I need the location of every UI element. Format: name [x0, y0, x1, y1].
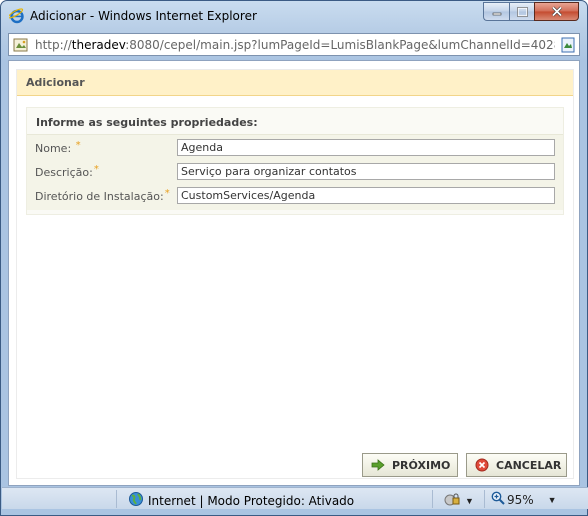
field-row-nome: Nome: * Agenda [27, 137, 563, 161]
install-directory-input[interactable]: CustomServices/Agenda [177, 187, 555, 204]
globe-icon [128, 491, 144, 510]
maximize-button[interactable] [509, 2, 534, 21]
zone-text: Internet | Modo Protegido: Ativado [148, 493, 355, 508]
cancel-button[interactable]: CANCELAR [466, 453, 567, 477]
next-button[interactable]: PRÓXIMO [362, 453, 458, 477]
field-label: Nome: * [35, 140, 81, 155]
address-url[interactable]: http://theradev:8080/cepel/main.jsp?lumP… [35, 38, 555, 52]
chevron-down-icon: ▼ [547, 494, 557, 505]
required-mark: * [75, 140, 81, 151]
name-input[interactable]: Agenda [177, 139, 555, 156]
close-icon [551, 6, 562, 17]
maximize-icon [516, 6, 528, 17]
lock-settings-icon [443, 491, 461, 510]
status-divider [116, 490, 117, 508]
minimize-button[interactable] [483, 2, 509, 21]
status-bar: Internet | Modo Protegido: Ativado ▼ 95%… [2, 487, 588, 509]
required-mark: * [93, 164, 99, 175]
window-title: Adicionar - Windows Internet Explorer [30, 9, 257, 23]
status-divider [484, 490, 485, 508]
properties-form: Nome: * Agenda Descrição:* Serviço para … [27, 134, 563, 210]
field-label-text: Descrição: [35, 166, 93, 179]
next-label: PRÓXIMO [392, 458, 451, 472]
ie-logo-icon [7, 8, 25, 24]
caption-buttons [483, 2, 579, 21]
compatibility-icon[interactable] [560, 37, 576, 53]
field-row-descricao: Descrição:* Serviço para organizar conta… [27, 161, 563, 185]
field-label: Descrição:* [35, 164, 99, 179]
field-label-text: Nome: [35, 142, 72, 155]
arrow-right-icon [370, 457, 386, 473]
address-bar[interactable]: http://theradev:8080/cepel/main.jsp?lumP… [8, 33, 580, 56]
cancel-label: CANCELAR [496, 458, 562, 472]
properties-title: Informe as seguintes propriedades: [36, 116, 258, 129]
properties-box: Informe as seguintes propriedades: Nome:… [26, 107, 564, 215]
cancel-icon [474, 457, 490, 473]
description-input[interactable]: Serviço para organizar contatos [177, 163, 555, 180]
page-icon [13, 37, 29, 53]
page-content: Adicionar Informe as seguintes proprieda… [8, 60, 580, 486]
field-label-text: Diretório de Instalação: [35, 190, 164, 203]
browser-window: Adicionar - Windows Internet Explorer ht… [0, 0, 588, 516]
field-row-diretorio: Diretório de Instalação:* CustomServices… [27, 185, 563, 209]
title-bar[interactable]: Adicionar - Windows Internet Explorer [1, 1, 587, 31]
close-button[interactable] [534, 2, 579, 21]
zoom-level: 95% [507, 492, 534, 507]
url-rest: :8080/cepel/main.jsp?lumPageId=LumisBlan… [125, 38, 555, 52]
field-label: Diretório de Instalação:* [35, 188, 170, 203]
status-divider [432, 490, 433, 508]
minimize-icon [492, 12, 501, 15]
panel-title: Adicionar [17, 70, 573, 96]
security-settings[interactable]: ▼ [443, 491, 474, 510]
zoom-icon [491, 491, 505, 508]
zoom-control[interactable]: 95% ▼ [491, 491, 557, 508]
chevron-down-icon: ▼ [465, 495, 474, 506]
security-zone[interactable]: Internet | Modo Protegido: Ativado [128, 491, 354, 510]
url-host: theradev [71, 38, 126, 52]
url-prefix: http:// [35, 38, 72, 52]
required-mark: * [164, 188, 170, 199]
add-panel: Adicionar Informe as seguintes proprieda… [16, 69, 574, 479]
